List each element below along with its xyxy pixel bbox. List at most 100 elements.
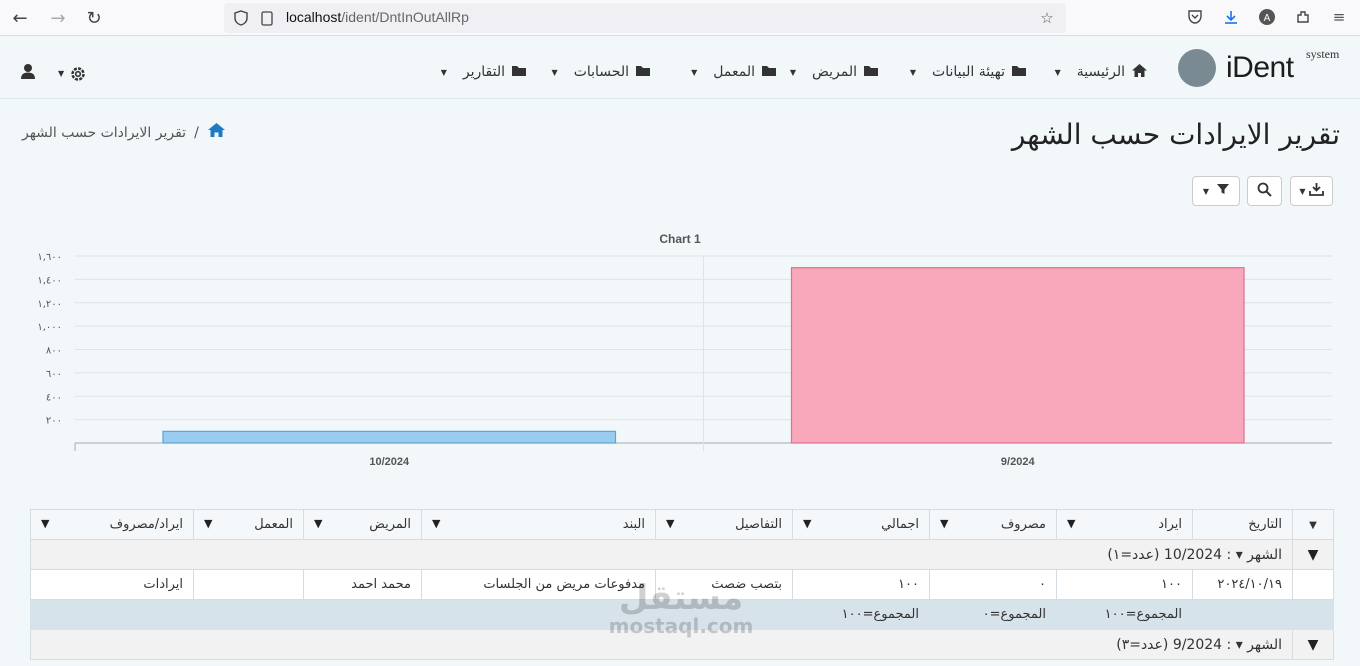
y-tick-label: ٦٠٠	[46, 369, 62, 380]
col-patient[interactable]: المريض ▼	[303, 509, 422, 540]
row-spacer	[1292, 569, 1334, 600]
menu-accounts[interactable]: الحسابات ▼	[552, 61, 652, 83]
shield-icon[interactable]	[230, 7, 252, 29]
chevron-down-icon: ▼	[1309, 520, 1317, 531]
cell-lab	[193, 569, 304, 600]
menu-accounts-label: الحسابات	[573, 64, 629, 80]
col-lab-label: المعمل	[254, 517, 293, 532]
filter-icon[interactable]: ▼	[41, 517, 49, 530]
col-total[interactable]: اجمالي ▼	[792, 509, 930, 540]
summary-income: المجموع=١٠٠	[1056, 599, 1193, 630]
menu-lab-label: المعمل	[713, 64, 755, 80]
settings-menu[interactable]: ▼	[58, 63, 87, 83]
browser-toolbar: ← → ↻ localhost/ident/DntInOutAllRp ☆ A …	[0, 0, 1360, 36]
y-tick-label: ٢٠٠	[46, 416, 62, 427]
filter-icon[interactable]: ▼	[940, 517, 948, 530]
col-expense-label: مصروف	[1000, 517, 1046, 532]
menu-lab[interactable]: المعمل ▼	[691, 61, 778, 83]
filter-icon[interactable]: ▼	[204, 517, 212, 530]
group-label: الشهر ▾ : 10/2024 (عدد=١)	[30, 539, 1293, 570]
logo-text: iDent	[1226, 51, 1294, 84]
menu-reports-label: التقارير	[462, 64, 505, 80]
col-date-label: التاريخ	[1248, 517, 1282, 532]
download-icon	[1308, 182, 1324, 200]
col-expense[interactable]: مصروف ▼	[929, 509, 1057, 540]
reload-icon[interactable]: ↻	[82, 6, 106, 30]
account-icon[interactable]: A	[1256, 6, 1278, 28]
group-row[interactable]: ▼ الشهر ▾ : 10/2024 (عدد=١)	[30, 539, 1334, 570]
breadcrumb-home-icon[interactable]	[207, 122, 226, 143]
folder-icon	[761, 64, 778, 81]
y-tick-label: ٨٠٠	[46, 346, 62, 357]
cell-total: ١٠٠	[792, 569, 930, 600]
y-tick-label: ٤٠٠	[46, 392, 62, 403]
summary-expense: المجموع=٠	[929, 599, 1057, 630]
page-title: تقرير الايرادات حسب الشهر	[1011, 118, 1340, 151]
url-text: localhost/ident/DntInOutAllRp	[286, 9, 469, 25]
logo-icon	[1178, 49, 1216, 87]
folder-icon	[635, 64, 652, 81]
y-tick-label: ١,٠٠٠	[37, 322, 62, 333]
extensions-icon[interactable]	[1292, 6, 1314, 28]
bar-10-2024	[162, 430, 617, 444]
filter-icon[interactable]: ▼	[314, 517, 322, 530]
watermark-url: mostaql.com	[608, 614, 754, 638]
export-button[interactable]: ▼	[1290, 176, 1333, 206]
collapse-icon[interactable]: ▼	[1292, 539, 1334, 570]
col-details[interactable]: التفاصيل ▼	[655, 509, 793, 540]
menu-data-setup[interactable]: تهيئة البيانات ▼	[910, 61, 1028, 83]
filter-icon[interactable]: ▼	[432, 517, 440, 530]
forward-icon[interactable]: →	[46, 6, 70, 30]
x-tick-label: 9/2024	[1001, 456, 1036, 468]
col-type[interactable]: ايراد/مصروف ▼	[30, 509, 194, 540]
summary-spacer	[1292, 599, 1334, 630]
cell-patient: محمد احمد	[303, 569, 422, 600]
chevron-down-icon: ▼	[440, 67, 447, 77]
pocket-icon[interactable]	[1184, 6, 1206, 28]
menu-data-setup-label: تهيئة البيانات	[932, 64, 1005, 80]
filter-icon	[1217, 183, 1230, 199]
y-tick-label: ١,٢٠٠	[37, 299, 62, 310]
app-header: iDent system الرئيسية ▼ تهيئة البيانات ▼…	[0, 37, 1360, 99]
svg-text:A: A	[1264, 13, 1271, 24]
menu-home[interactable]: الرئيسية ▼	[1055, 61, 1148, 83]
col-patient-label: المريض	[369, 517, 411, 532]
filter-icon[interactable]: ▼	[803, 517, 811, 530]
chart: Chart 1 ٢٠٠ ٤٠٠ ٦٠٠ ٨٠٠ ١,٠٠٠ ١,٢٠٠ ١,٤٠٠ ١,٦٠٠…	[20, 226, 1340, 476]
collapse-icon[interactable]: ▼	[1292, 629, 1334, 660]
col-lab[interactable]: المعمل ▼	[193, 509, 304, 540]
filter-icon[interactable]: ▼	[1067, 517, 1075, 530]
menu-home-label: الرئيسية	[1076, 64, 1125, 80]
logo[interactable]: iDent system	[1178, 47, 1348, 91]
download-icon[interactable]	[1220, 6, 1242, 28]
expand-all-header[interactable]: ▼	[1292, 509, 1334, 540]
filter-icon[interactable]: ▼	[666, 517, 674, 530]
menu-icon[interactable]: ≡	[1328, 6, 1350, 28]
address-bar[interactable]: localhost/ident/DntInOutAllRp ☆	[224, 3, 1066, 33]
back-icon[interactable]: ←	[8, 6, 32, 30]
watermark: مستقل mostaql.com	[596, 578, 766, 658]
col-income-label: ايراد	[1158, 517, 1182, 532]
menu-patient-label: المريض	[811, 64, 857, 80]
col-item-label: البند	[622, 517, 645, 532]
summary-total: المجموع=١٠٠	[792, 599, 930, 630]
bar-9-2024	[790, 267, 1245, 444]
chart-plot: ٢٠٠ ٤٠٠ ٦٠٠ ٨٠٠ ١,٠٠٠ ١,٢٠٠ ١,٤٠٠ ١,٦٠٠ 10/2024 9…	[37, 252, 1332, 468]
filter-button[interactable]: ▼	[1192, 176, 1240, 206]
breadcrumb: / تقرير الايرادات حسب الشهر	[22, 122, 226, 143]
col-income[interactable]: ايراد ▼	[1056, 509, 1193, 540]
col-item[interactable]: البند ▼	[421, 509, 656, 540]
menu-reports[interactable]: التقارير ▼	[441, 61, 528, 83]
y-tick-label: ١,٦٠٠	[37, 252, 62, 263]
user-icon[interactable]	[20, 63, 36, 83]
home-icon	[1131, 63, 1148, 82]
bookmark-star-icon[interactable]: ☆	[1036, 7, 1058, 29]
chevron-down-icon: ▼	[909, 67, 917, 77]
col-date[interactable]: التاريخ	[1192, 509, 1293, 540]
col-type-label: ايراد/مصروف	[109, 517, 183, 532]
cell-income: ١٠٠	[1056, 569, 1193, 600]
chevron-down-icon: ▼	[551, 67, 558, 77]
menu-patient[interactable]: المريض ▼	[790, 61, 880, 83]
gear-icon	[69, 63, 87, 82]
search-button[interactable]	[1247, 176, 1282, 206]
